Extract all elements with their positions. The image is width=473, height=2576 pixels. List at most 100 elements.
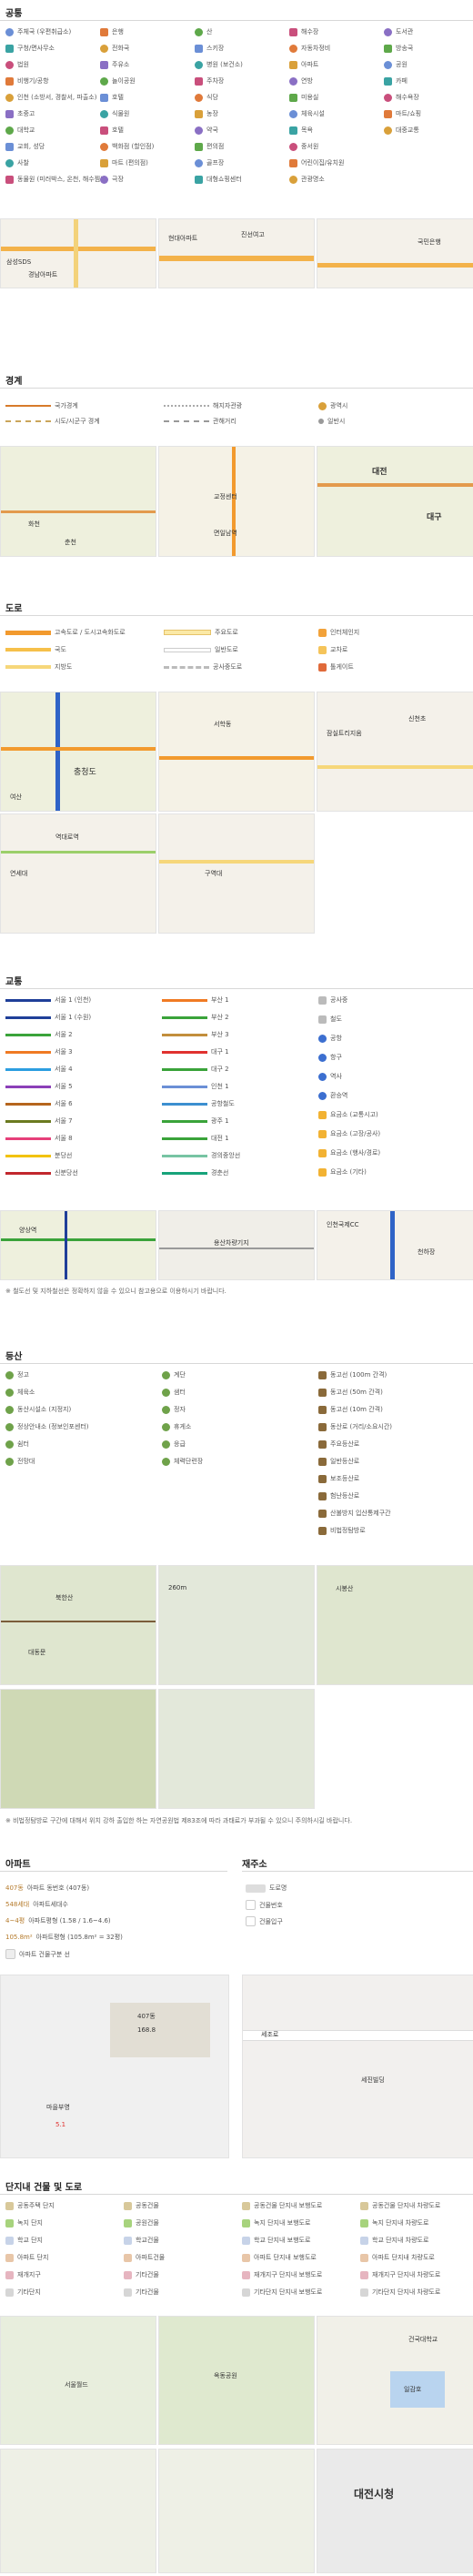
divider: [242, 1871, 473, 1872]
legend-item: 체육소: [5, 1388, 35, 1397]
map-label: 천하장: [418, 1248, 436, 1256]
legend-item: 일반도로: [164, 645, 238, 654]
legend-label: 방송국: [396, 45, 414, 52]
legend-label: 교회, 성당: [17, 143, 45, 150]
traffic-line-item: 경의중앙선: [162, 1151, 240, 1160]
legend-item: 공원: [384, 60, 408, 69]
legend-icon: [318, 995, 327, 1005]
legend-item: 아파트 건물구분 선: [5, 1949, 70, 1959]
traffic-line-item: 서울 1 (인천): [5, 995, 91, 1005]
legend-item: 해지자관광: [164, 401, 242, 410]
legend-item: 학교건물: [124, 2236, 159, 2245]
legend-label: 전화국: [112, 45, 130, 52]
legend-item: 재개지구: [5, 2270, 41, 2279]
line-swatch: [162, 1015, 207, 1019]
legend-icon: [100, 158, 108, 167]
legend-icon: [100, 60, 108, 69]
legend-item: 미용실: [289, 93, 318, 102]
line-swatch: [5, 1102, 51, 1106]
traffic-line-item: 서울 5: [5, 1082, 73, 1091]
map-label: 면일남역: [214, 530, 237, 537]
legend-label: 아파트 단지: [17, 2254, 49, 2261]
legend-item: 건물입구: [246, 1916, 283, 1926]
legend-icon: [318, 1388, 327, 1397]
legend-item: 카페: [384, 76, 408, 86]
legend-label: 기타단지 단지내 차량도로: [372, 2288, 441, 2296]
legend-icon: [318, 1474, 327, 1483]
legend-label: 어린이집/유치원: [301, 159, 345, 167]
section-title-boundary: 경계: [5, 377, 23, 387]
line-swatch: [5, 998, 51, 1002]
legend-item: 아파트 단지: [5, 2253, 48, 2262]
legend-icon: [318, 1422, 327, 1431]
legend-label: 기타건물: [136, 2271, 159, 2278]
map-label: 407동: [137, 2013, 156, 2020]
legend-item: 아파트건물: [124, 2253, 165, 2262]
legend-label: 기타건물: [136, 2288, 159, 2296]
legend-label: 공원건물: [136, 2219, 159, 2227]
legend-label: 재개지구: [17, 2271, 41, 2278]
legend-item: 톨게이트: [318, 662, 354, 672]
legend-item: 건물번호: [246, 1900, 283, 1910]
legend-item: 산: [195, 27, 212, 36]
map-sample-mountain-5: [158, 1689, 315, 1809]
legend-label: 동고선 (10m 간격): [330, 1406, 383, 1413]
legend-icon: [318, 1091, 327, 1100]
map-sample-complex-1: 서울월드: [0, 2316, 156, 2445]
legend-icon: [318, 1148, 327, 1157]
legend-label: 공동건물 단지내 보행도로: [254, 2202, 323, 2209]
line-label: 서울 2: [55, 1031, 73, 1038]
legend-item: 샘터: [162, 1388, 186, 1397]
legend-item: 녹지 단지: [5, 2218, 43, 2227]
section-title-traffic: 교통: [5, 977, 23, 987]
legend-icon: [162, 1457, 170, 1466]
traffic-line-item: 대구 2: [162, 1065, 229, 1074]
legend-item: 광역시: [318, 401, 347, 410]
legend-icon: [318, 1167, 327, 1177]
legend-item: 공사중도로: [164, 662, 242, 672]
line-swatch: [162, 1136, 207, 1140]
legend-item: 동산시설소 (지정지): [5, 1405, 71, 1414]
legend-icon: [124, 2218, 132, 2227]
legend-label: 재개지구 단지내 차량도로: [372, 2271, 441, 2278]
legend-label: 일반등산로: [330, 1458, 360, 1465]
line-swatch: [5, 1015, 51, 1019]
line-swatch: [5, 1050, 51, 1054]
legend-icon: [289, 158, 297, 167]
map-sample-complex-6: 대전시청: [317, 2449, 473, 2573]
line-swatch: [162, 1102, 207, 1106]
legend-label: 요금소 (교통시고): [330, 1111, 378, 1118]
map-label: 진선여고: [241, 231, 265, 238]
legend-icon: [5, 2288, 14, 2297]
line-swatch: [5, 1085, 51, 1088]
legend-item: 비행기/공항: [5, 76, 49, 86]
legend-item: 공항: [318, 1034, 342, 1043]
legend-icon: [5, 1405, 14, 1414]
legend-label: 약국: [206, 126, 218, 134]
map-sample-boundary-3: 대전 대구: [317, 446, 473, 557]
legend-icon: [5, 109, 14, 118]
legend-label: 목욕: [301, 126, 313, 134]
line-swatch: [5, 1171, 51, 1175]
legend-label: 해수장: [301, 28, 319, 35]
line-label: 서울 7: [55, 1117, 73, 1125]
map-label: 시봉산: [336, 1585, 354, 1592]
legend-icon: [100, 27, 108, 36]
legend-label: 체육시설: [301, 110, 325, 117]
map-label: 여산: [10, 793, 22, 801]
line-label: 신분당선: [55, 1169, 78, 1177]
legend-label: 대형쇼핑센터: [206, 176, 242, 183]
map-sample-complex-5: [158, 2449, 315, 2573]
legend-item: 녹지 단지내 차량도로: [360, 2218, 428, 2227]
legend-icon: [242, 2288, 250, 2297]
line-swatch: [162, 1033, 207, 1036]
traffic-line-item: 신분당선: [5, 1168, 78, 1177]
legend-icon: [100, 126, 108, 135]
legend-icon: [195, 27, 203, 36]
legend-label: 쉼터: [17, 1440, 29, 1448]
legend-label: 정고: [17, 1371, 29, 1379]
legend-item: 동고선 (100m 간격): [318, 1370, 387, 1379]
legend-icon: [318, 1491, 327, 1500]
legend-label: 정상안내소 (정보인포센터): [17, 1423, 89, 1430]
legend-label: 환승역: [330, 1092, 348, 1099]
